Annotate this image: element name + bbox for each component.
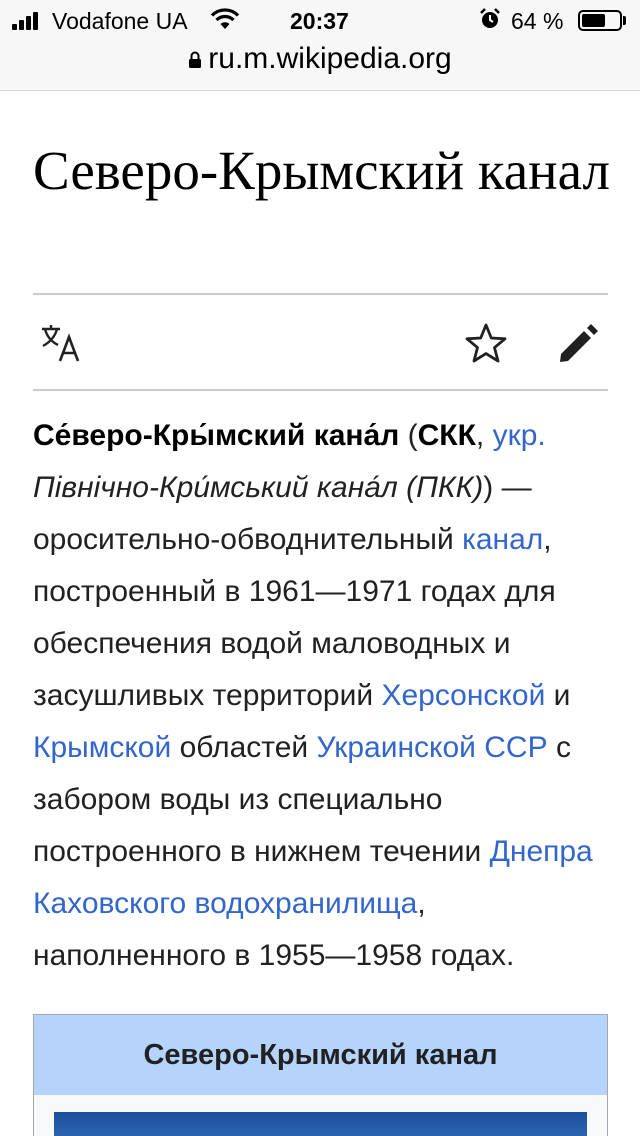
lead-text: , xyxy=(475,419,493,452)
infobox-title: Северо-Крымский канал xyxy=(34,1015,607,1095)
lock-icon xyxy=(189,51,202,69)
translate-icon[interactable] xyxy=(38,321,82,365)
wifi-icon xyxy=(210,8,240,29)
ukr-name-italic: Північно-Кри́мський кана́л (ПКК) xyxy=(33,471,484,504)
url-bar[interactable]: ru.m.wikipedia.org xyxy=(0,40,640,91)
status-bar: Vodafone UA 20:37 64 % xyxy=(0,0,640,40)
battery-percent: 64 % xyxy=(511,8,564,34)
carrier-name: Vodafone UA xyxy=(52,8,188,34)
title-divider xyxy=(33,293,608,295)
link-ukr[interactable]: укр. xyxy=(493,419,546,452)
battery-tip xyxy=(623,16,626,25)
lead-text: областей xyxy=(171,731,317,764)
star-icon[interactable] xyxy=(464,322,508,366)
signal-icon xyxy=(12,12,44,30)
abbr-bold: СКК xyxy=(417,419,476,452)
lead-text: ( xyxy=(399,419,418,452)
status-time: 20:37 xyxy=(290,8,349,34)
battery-level xyxy=(582,14,605,27)
article-name-bold: Се́веро-Кры́мский кана́л xyxy=(33,419,400,452)
link-ukrainian-ssr[interactable]: Украинской ССР xyxy=(317,731,548,764)
link-canal[interactable]: канал xyxy=(462,523,543,556)
lead-paragraph: Се́веро-Кры́мский кана́л (СКК, укр. Півн… xyxy=(33,410,623,982)
link-kherson[interactable]: Херсонской xyxy=(381,679,545,712)
alarm-icon xyxy=(480,8,500,28)
lead-text: и xyxy=(545,679,571,712)
link-crimea[interactable]: Крымской xyxy=(33,731,171,764)
battery-icon xyxy=(578,10,622,31)
url-display[interactable]: ru.m.wikipedia.org xyxy=(188,42,452,76)
infobox: Северо-Крымский канал xyxy=(33,1014,608,1136)
infobox-image[interactable] xyxy=(54,1112,587,1136)
actions-divider xyxy=(33,389,608,391)
url-text: ru.m.wikipedia.org xyxy=(208,42,452,75)
page-title: Северо-Крымский канал xyxy=(33,140,610,201)
pencil-icon[interactable] xyxy=(556,322,600,366)
